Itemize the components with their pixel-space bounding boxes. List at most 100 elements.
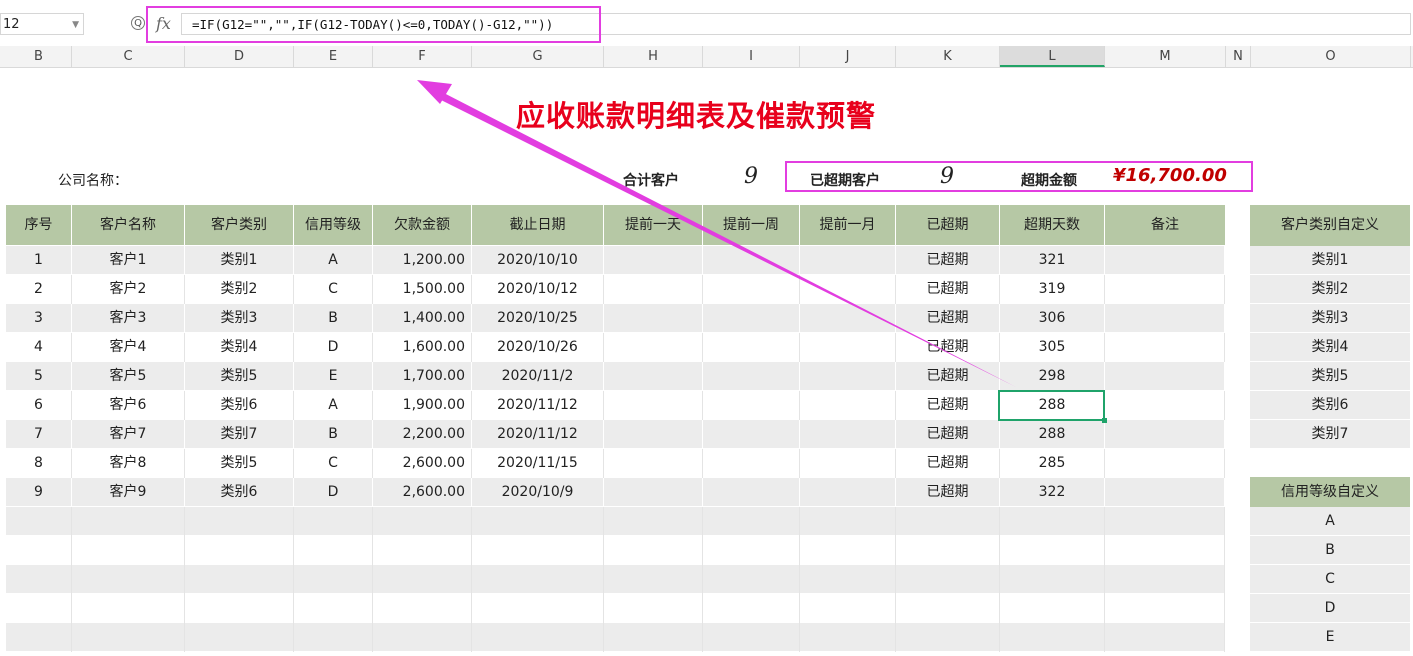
cell-amount[interactable]: 1,200.00 [373,246,472,275]
cell-customer[interactable]: 客户6 [72,391,185,420]
cell-overdue[interactable] [896,623,1000,652]
cell-type[interactable] [185,565,294,594]
cell-notes[interactable] [1105,507,1225,536]
cell-amount[interactable] [373,594,472,623]
cell-month-before[interactable] [800,246,896,275]
cell-week-before[interactable] [703,333,800,362]
cell-notes[interactable] [1105,420,1225,449]
cell-no[interactable]: 7 [6,420,72,449]
cell-overdue[interactable]: 已超期 [896,304,1000,333]
customer-type-item[interactable]: 类别5 [1250,362,1410,391]
cell-credit[interactable] [294,623,373,652]
credit-grade-item[interactable]: C [1250,565,1410,594]
cell-due-date[interactable]: 2020/10/25 [472,304,604,333]
cell-amount[interactable] [373,507,472,536]
cell-customer[interactable]: 客户2 [72,275,185,304]
cell-week-before[interactable] [703,478,800,507]
cell-overdue-days[interactable] [1000,565,1105,594]
cell-customer[interactable]: 客户1 [72,246,185,275]
cell-notes[interactable] [1105,362,1225,391]
cell-due-date[interactable] [472,623,604,652]
header-cell-type[interactable]: 客户类别 [185,205,294,246]
cell-day-before[interactable] [604,478,703,507]
cell-credit[interactable]: C [294,449,373,478]
cell-type[interactable]: 类别5 [185,449,294,478]
cell-overdue[interactable] [896,536,1000,565]
cell-due-date[interactable] [472,536,604,565]
cell-credit[interactable]: B [294,304,373,333]
credit-grade-item[interactable]: E [1250,623,1410,652]
cell-due-date[interactable]: 2020/10/9 [472,478,604,507]
cell-month-before[interactable] [800,565,896,594]
cell-due-date[interactable]: 2020/10/12 [472,275,604,304]
cell-customer[interactable]: 客户4 [72,333,185,362]
header-cell-notes[interactable]: 备注 [1105,205,1225,246]
cell-overdue[interactable]: 已超期 [896,333,1000,362]
cell-overdue-days[interactable]: 298 [1000,362,1105,391]
cell-overdue-days[interactable] [1000,623,1105,652]
cell-no[interactable]: 4 [6,333,72,362]
cell-notes[interactable] [1105,304,1225,333]
cell-no[interactable] [6,507,72,536]
column-header-g[interactable]: G [472,46,604,67]
column-header-n[interactable]: N [1226,46,1251,67]
cell-amount[interactable] [373,565,472,594]
cell-no[interactable]: 6 [6,391,72,420]
cell-overdue-days[interactable]: 321 [1000,246,1105,275]
cell-overdue-days[interactable]: 306 [1000,304,1105,333]
cell-day-before[interactable] [604,449,703,478]
cell-amount[interactable]: 2,600.00 [373,449,472,478]
cell-no[interactable]: 8 [6,449,72,478]
cell-overdue-days[interactable] [1000,507,1105,536]
cell-overdue-days[interactable] [1000,536,1105,565]
active-cell-selection[interactable] [998,390,1107,423]
cell-due-date[interactable]: 2020/11/12 [472,391,604,420]
cell-notes[interactable] [1105,565,1225,594]
cell-amount[interactable]: 2,600.00 [373,478,472,507]
cell-week-before[interactable] [703,275,800,304]
cell-customer[interactable] [72,536,185,565]
cell-credit[interactable] [294,565,373,594]
cell-week-before[interactable] [703,362,800,391]
cell-amount[interactable] [373,623,472,652]
column-header-k[interactable]: K [896,46,1000,67]
cell-day-before[interactable] [604,565,703,594]
cell-week-before[interactable] [703,623,800,652]
cell-month-before[interactable] [800,507,896,536]
cell-day-before[interactable] [604,275,703,304]
cell-overdue[interactable]: 已超期 [896,246,1000,275]
cell-day-before[interactable] [604,594,703,623]
cell-overdue-days[interactable] [1000,594,1105,623]
cell-month-before[interactable] [800,333,896,362]
cell-customer[interactable]: 客户9 [72,478,185,507]
cell-notes[interactable] [1105,449,1225,478]
cell-no[interactable] [6,536,72,565]
cell-credit[interactable]: D [294,478,373,507]
cell-due-date[interactable]: 2020/11/2 [472,362,604,391]
cell-week-before[interactable] [703,420,800,449]
cell-amount[interactable]: 1,500.00 [373,275,472,304]
cell-overdue[interactable] [896,594,1000,623]
cell-amount[interactable]: 1,700.00 [373,362,472,391]
cell-credit[interactable]: D [294,333,373,362]
cell-week-before[interactable] [703,594,800,623]
cell-customer[interactable] [72,565,185,594]
cell-overdue-days[interactable]: 285 [1000,449,1105,478]
cell-no[interactable] [6,623,72,652]
cell-amount[interactable] [373,536,472,565]
cell-type[interactable] [185,507,294,536]
cell-credit[interactable] [294,594,373,623]
cell-month-before[interactable] [800,594,896,623]
cell-overdue[interactable] [896,507,1000,536]
cell-due-date[interactable] [472,507,604,536]
cell-no[interactable] [6,594,72,623]
cell-month-before[interactable] [800,536,896,565]
customer-type-item[interactable]: 类别6 [1250,391,1410,420]
cell-month-before[interactable] [800,304,896,333]
cell-overdue[interactable]: 已超期 [896,362,1000,391]
cell-due-date[interactable]: 2020/11/12 [472,420,604,449]
cell-due-date[interactable]: 2020/10/26 [472,333,604,362]
cell-credit[interactable]: B [294,420,373,449]
cell-credit[interactable] [294,536,373,565]
cell-day-before[interactable] [604,536,703,565]
